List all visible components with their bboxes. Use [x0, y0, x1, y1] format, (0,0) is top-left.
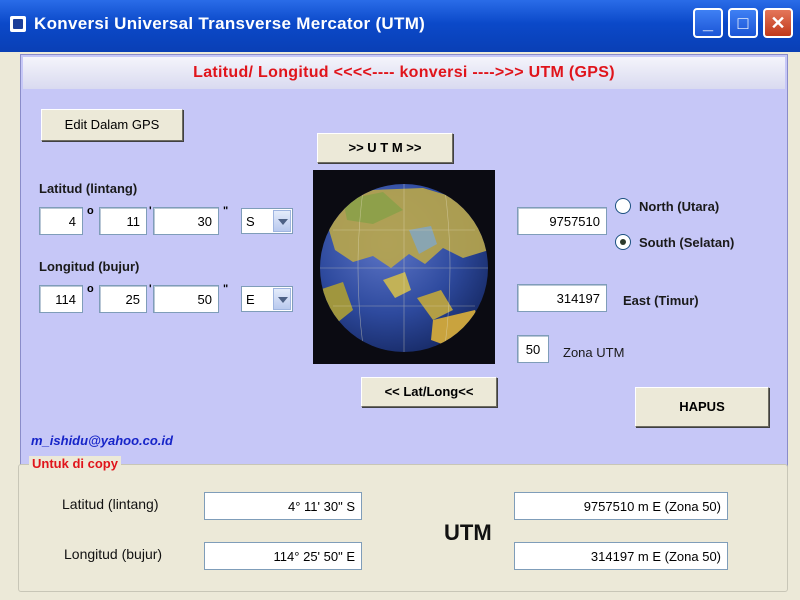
close-button[interactable]: ✕ [763, 8, 793, 38]
window-app-icon[interactable] [10, 16, 26, 32]
second-symbol: " [223, 283, 229, 295]
window-client-area: Latitud/ Longitud <<<<---- konversi ----… [4, 52, 796, 596]
latitude-seconds-input[interactable]: 30 [153, 207, 219, 235]
longitude-seconds-input[interactable]: 50 [153, 285, 219, 313]
longitude-hemisphere-select[interactable]: E [241, 286, 293, 312]
minute-symbol: ' [149, 283, 152, 295]
utm-label: UTM [444, 520, 492, 545]
header-title: Latitud/ Longitud <<<<---- konversi ----… [193, 64, 615, 81]
south-radio-label: South (Selatan) [639, 235, 735, 250]
longitude-label: Longitud (bujur) [39, 259, 140, 274]
latitude-hemisphere-select[interactable]: S [241, 208, 293, 234]
copy-utm-east-output[interactable]: 314197 m E (Zona 50) [514, 542, 728, 570]
earth-globe-image [313, 170, 495, 364]
copy-longitude-label: Longitud (bujur) [64, 546, 163, 562]
north-radio-label: North (Utara) [639, 199, 720, 214]
east-label: East (Timur) [623, 293, 699, 308]
latitude-hemisphere-value: S [246, 214, 255, 229]
maximize-button[interactable]: □ [728, 8, 758, 38]
copy-group: Untuk di copy [18, 456, 788, 592]
chevron-down-icon[interactable] [273, 210, 291, 232]
edit-gps-button[interactable]: Edit Dalam GPS [41, 109, 183, 141]
copy-latitude-output[interactable]: 4° 11' 30" S [204, 492, 362, 520]
chevron-down-icon[interactable] [273, 288, 291, 310]
clear-button[interactable]: HAPUS [635, 387, 769, 427]
longitude-minutes-input[interactable]: 25 [99, 285, 147, 313]
author-email: m_ishidu@yahoo.co.id [31, 433, 173, 448]
minute-symbol: ' [149, 205, 152, 217]
header-bar: Latitud/ Longitud <<<<---- konversi ----… [23, 57, 785, 89]
convert-to-utm-button[interactable]: >> U T M >> [317, 133, 453, 163]
convert-to-latlong-button[interactable]: << Lat/Long<< [361, 377, 497, 407]
longitude-hemisphere-value: E [246, 292, 255, 307]
latitude-degrees-input[interactable]: 4 [39, 207, 83, 235]
longitude-degrees-input[interactable]: 114 [39, 285, 83, 313]
degree-symbol: o [87, 205, 94, 217]
north-radio[interactable] [615, 198, 631, 214]
earth-globe-icon [320, 184, 488, 352]
copy-utm-north-output[interactable]: 9757510 m E (Zona 50) [514, 492, 728, 520]
window-title: Konversi Universal Transverse Mercator (… [34, 14, 426, 33]
second-symbol: " [223, 205, 229, 217]
south-radio[interactable] [615, 234, 631, 250]
utm-zone-input[interactable]: 50 [517, 335, 549, 363]
copy-latitude-label: Latitud (lintang) [62, 496, 159, 512]
conversion-panel: Latitud/ Longitud <<<<---- konversi ----… [20, 54, 788, 506]
copy-longitude-output[interactable]: 114° 25' 50" E [204, 542, 362, 570]
copy-group-title: Untuk di copy [29, 456, 121, 471]
utm-east-input[interactable]: 314197 [517, 284, 607, 312]
zone-label: Zona UTM [563, 345, 625, 360]
degree-symbol: o [87, 283, 94, 295]
latitude-label: Latitud (lintang) [39, 181, 138, 196]
utm-north-input[interactable]: 9757510 [517, 207, 607, 235]
minimize-button[interactable]: _ [693, 8, 723, 38]
latitude-minutes-input[interactable]: 11 [99, 207, 147, 235]
title-bar[interactable]: Konversi Universal Transverse Mercator (… [0, 0, 800, 52]
